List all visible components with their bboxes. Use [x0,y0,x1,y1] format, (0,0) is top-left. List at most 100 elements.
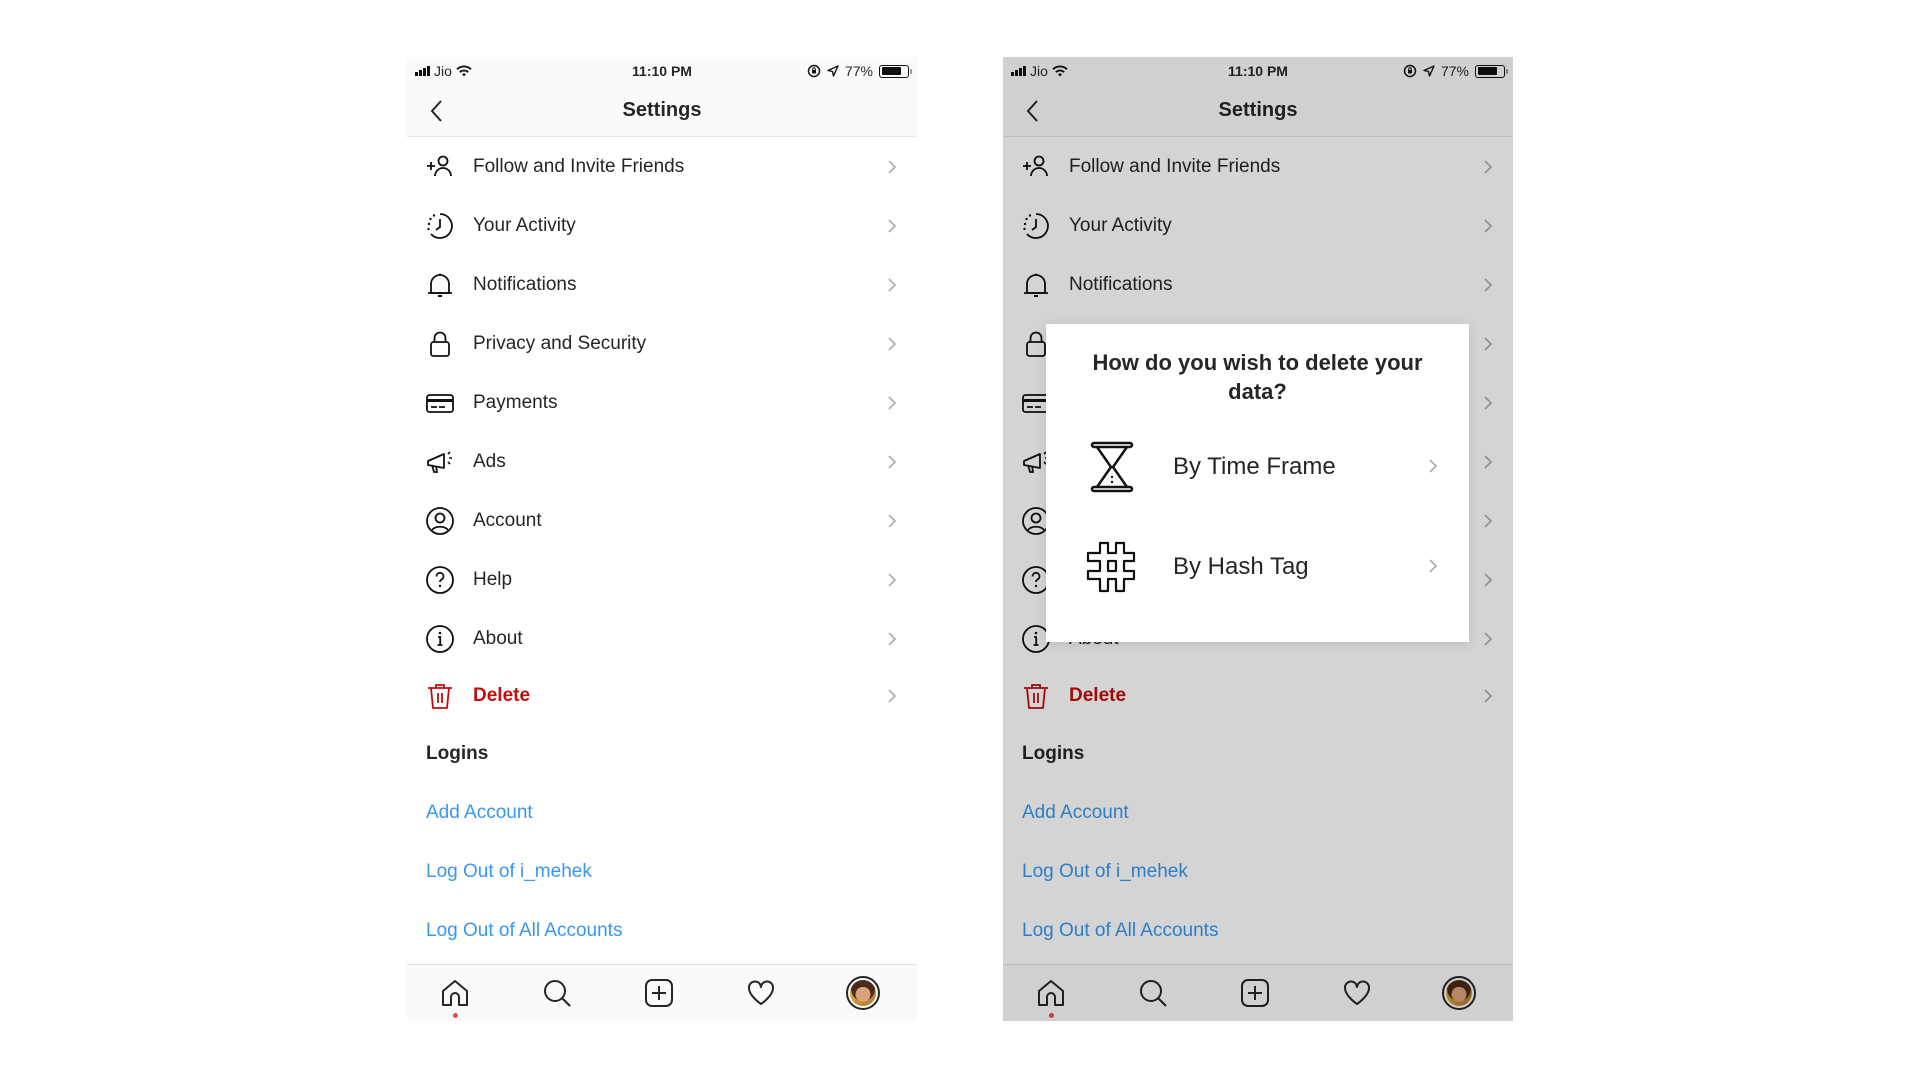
location-icon [827,65,839,77]
log-out-all-link[interactable]: Log Out of All Accounts [1022,920,1218,942]
chevron-right-icon [1484,572,1493,587]
activity-heart-icon [1344,980,1370,1005]
home-icon [1038,980,1064,1006]
tab-profile[interactable] [845,975,881,1011]
logins-heading: Logins [1022,743,1085,764]
new-post-icon [1241,979,1269,1007]
nav-header: Settings [407,85,917,137]
menu-item-label: Notifications [1069,273,1173,295]
menu-item-notifications[interactable]: Notifications [407,255,917,314]
hourglass-icon [1090,441,1134,493]
logins-heading: Logins [426,743,489,764]
chevron-right-icon [888,513,897,528]
search-icon [1140,980,1167,1007]
menu-item-label: Follow and Invite Friends [1069,155,1281,177]
add-person-icon [1023,155,1048,176]
menu-item-help[interactable]: Help [407,550,917,609]
menu-item-label: Follow and Invite Friends [473,155,685,177]
menu-item-label: Ads [473,450,506,472]
menu-item-privacy-security[interactable]: Privacy and Security [407,314,917,373]
chevron-right-icon [1484,395,1493,410]
menu-item-delete[interactable]: Delete [1003,666,1513,725]
tab-new-post[interactable] [1237,975,1273,1011]
status-bar: Jio 11:10 PM 77% [407,57,917,85]
page-title: Settings [622,99,702,121]
chevron-right-icon [888,631,897,646]
tab-home[interactable] [437,975,473,1018]
new-post-icon [645,979,673,1007]
trash-icon [428,683,452,709]
menu-item-notifications[interactable]: Notifications [1003,255,1513,314]
chevron-right-icon [1484,277,1493,292]
delete-data-dialog: How do you wish to delete your data? By … [1046,324,1469,642]
trash-icon [1024,683,1048,709]
page-title: Settings [1218,99,1298,121]
menu-item-label: Privacy and Security [473,332,647,354]
log-out-user-link[interactable]: Log Out of i_mehek [426,861,592,883]
menu-item-label: Delete [1069,684,1127,706]
tab-activity[interactable] [1339,975,1375,1011]
menu-item-ads[interactable]: Ads [407,432,917,491]
option-label: By Hash Tag [1173,553,1309,580]
chevron-right-icon [1484,631,1493,646]
menu-item-label: Delete [473,684,531,706]
menu-item-your-activity[interactable]: Your Activity [407,196,917,255]
menu-item-label: Payments [473,391,558,413]
menu-item-your-activity[interactable]: Your Activity [1003,196,1513,255]
menu-item-label: Account [473,509,542,531]
add-person-icon [427,155,452,176]
credit-card-icon [426,393,454,413]
add-account-link[interactable]: Add Account [426,802,533,824]
tab-profile[interactable] [1441,975,1477,1011]
info-circle-icon [426,624,454,653]
search-icon [544,980,571,1007]
chevron-right-icon [888,395,897,410]
chevron-right-icon [1484,218,1493,233]
chevron-right-icon [1484,454,1493,469]
tab-bar [407,964,917,1021]
chevron-right-icon [888,688,897,703]
menu-item-account[interactable]: Account [407,491,917,550]
battery-icon [879,64,912,78]
log-out-all-link[interactable]: Log Out of All Accounts [426,920,622,942]
menu-item-follow-invite[interactable]: Follow and Invite Friends [407,137,917,196]
tab-search[interactable] [1135,975,1171,1011]
chevron-right-icon [888,572,897,587]
add-account-link[interactable]: Add Account [1022,802,1129,824]
menu-item-label: Your Activity [1069,214,1172,236]
megaphone-icon [427,450,452,473]
option-label: By Time Frame [1173,453,1336,480]
notification-dot [453,1013,458,1018]
option-by-time-frame[interactable]: By Time Frame [1046,427,1469,507]
chevron-right-icon [1429,559,1438,573]
log-out-user-link[interactable]: Log Out of i_mehek [1022,861,1188,883]
tab-new-post[interactable] [641,975,677,1011]
menu-item-payments[interactable]: Payments [407,373,917,432]
help-circle-icon [426,565,454,594]
profile-avatar [1442,976,1476,1010]
menu-item-follow-invite[interactable]: Follow and Invite Friends [1003,137,1513,196]
tab-home[interactable] [1033,975,1069,1018]
account-circle-icon [426,506,454,535]
activity-clock-icon [1023,212,1049,239]
nav-header: Settings [1003,85,1513,137]
chevron-right-icon [888,336,897,351]
chevron-right-icon [1484,688,1493,703]
chevron-right-icon [888,277,897,292]
menu-item-about[interactable]: About [407,609,917,668]
chevron-right-icon [888,454,897,469]
activity-heart-icon [748,980,774,1005]
tab-search[interactable] [539,975,575,1011]
bell-icon [1024,273,1048,297]
option-by-hash-tag[interactable]: By Hash Tag [1046,527,1469,607]
settings-screen-with-dialog: Jio 11:10 PM 77% Settings Follow and Inv… [1003,57,1513,1021]
status-bar: Jio 11:10 PM 77% [1003,57,1513,85]
tab-activity[interactable] [743,975,779,1011]
tab-bar [1003,964,1513,1021]
chevron-right-icon [1429,459,1438,473]
menu-item-label: About [473,627,523,649]
orientation-lock-icon [1403,64,1417,78]
menu-item-delete[interactable]: Delete [407,666,917,725]
orientation-lock-icon [807,64,821,78]
home-icon [442,980,468,1006]
